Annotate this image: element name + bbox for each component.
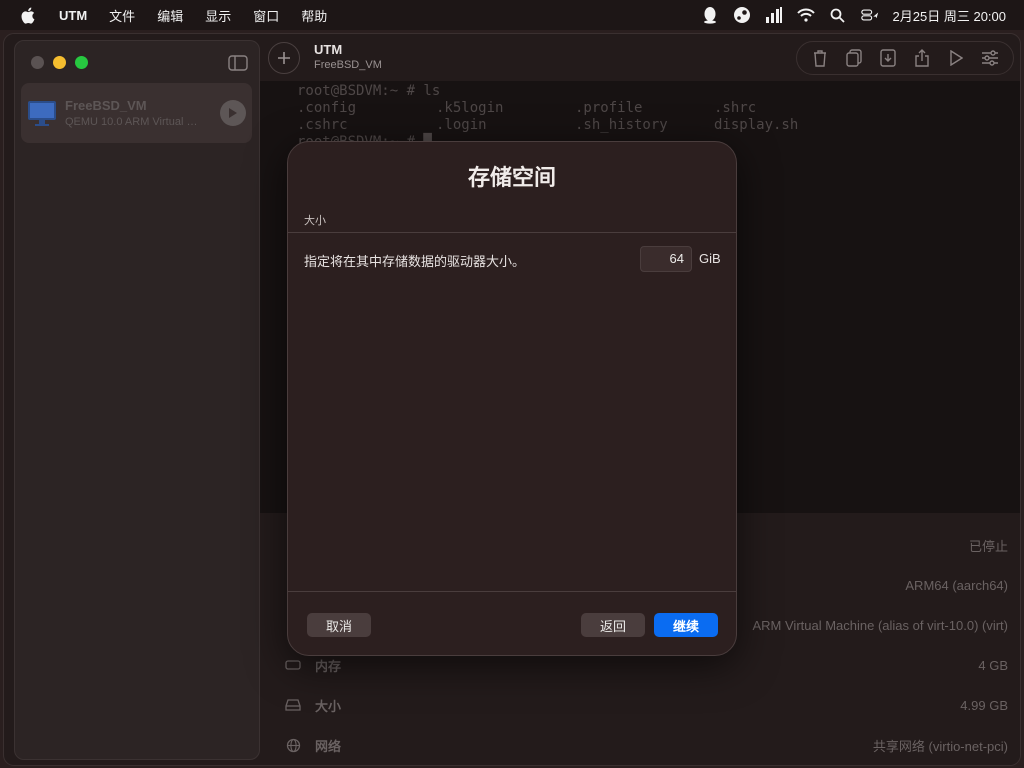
toolbar-title: UTM <box>314 42 343 57</box>
toolbar-title-block: UTM FreeBSD_VM <box>314 42 382 71</box>
size-section-label: 大小 <box>304 215 326 227</box>
globe-icon <box>284 736 302 754</box>
memory-value: 4 GB <box>978 657 1008 673</box>
apple-icon[interactable] <box>18 6 36 24</box>
terminal-file: .k5login <box>436 100 504 116</box>
terminal-files-row: .config .k5login .profile .shrc <box>297 100 1020 117</box>
memory-icon <box>284 656 302 674</box>
terminal-file: .cshrc <box>297 117 348 133</box>
size-unit-label: GiB <box>699 251 721 266</box>
sidebar: FreeBSD_VM QEMU 10.0 ARM Virtual Machine <box>14 40 260 760</box>
steam-icon[interactable] <box>733 6 751 24</box>
menu-view[interactable]: 显示 <box>194 6 242 25</box>
status-value: 已停止 <box>968 538 1008 554</box>
size-label: 大小 <box>315 698 342 714</box>
terminal-file: .shrc <box>714 100 757 116</box>
network-value: 共享网络 (virtio-net-pci) <box>872 738 1008 754</box>
divider <box>288 591 736 592</box>
control-center-icon[interactable] <box>860 6 879 24</box>
network-label: 网络 <box>315 738 342 754</box>
vm-monitor-icon <box>27 98 57 128</box>
settings-sliders-icon[interactable] <box>979 47 1001 69</box>
detail-row-network: 网络 共享网络 (virtio-net-pci) <box>260 730 1020 760</box>
vm-name: FreeBSD_VM <box>65 98 147 113</box>
share-icon[interactable] <box>911 47 933 69</box>
terminal-file: .login <box>436 117 487 133</box>
menu-app-utm[interactable]: UTM <box>48 8 98 23</box>
stats-bars-icon[interactable] <box>765 6 783 24</box>
dialog-title: 存储空间 <box>467 165 556 190</box>
terminal-file: .sh_history <box>575 117 668 133</box>
zoom-window-button[interactable] <box>75 56 88 69</box>
menu-edit[interactable]: 编辑 <box>146 6 194 25</box>
terminal-file: display.sh <box>714 117 799 133</box>
storage-dialog: 存储空间 大小 指定将在其中存储数据的驱动器大小。 64 GiB 取消 返回 继… <box>287 141 737 656</box>
cancel-button[interactable]: 取消 <box>307 613 371 637</box>
machine-value: ARM Virtual Machine (alias of virt-10.0)… <box>752 617 1009 633</box>
size-description: 指定将在其中存储数据的驱动器大小。 <box>304 254 526 269</box>
memory-label: 内存 <box>315 658 342 674</box>
add-vm-button[interactable] <box>268 42 300 74</box>
terminal-file: .profile <box>575 100 643 116</box>
size-value: 4.99 GB <box>960 697 1008 713</box>
menu-file[interactable]: 文件 <box>98 6 146 25</box>
search-icon[interactable] <box>829 6 847 24</box>
clone-icon[interactable] <box>843 47 865 69</box>
continue-button[interactable]: 继续 <box>654 613 718 637</box>
toolbar-actions <box>796 41 1014 75</box>
terminal-line: root@BSDVM:~ # ls <box>297 83 441 99</box>
minimize-window-button[interactable] <box>53 56 66 69</box>
drive-size-field[interactable]: 64 <box>640 246 692 272</box>
menu-window[interactable]: 窗口 <box>242 6 290 25</box>
menu-help[interactable]: 帮助 <box>290 6 338 25</box>
architecture-value: ARM64 (aarch64) <box>905 577 1008 593</box>
menubar-clock[interactable]: 2月25日 周三 20:00 <box>893 6 1006 25</box>
qq-icon[interactable] <box>701 6 719 24</box>
terminal-files-row: .cshrc .login .sh_history display.sh <box>297 117 1020 134</box>
vm-play-button[interactable] <box>220 100 246 126</box>
sidebar-toggle-icon[interactable] <box>228 55 248 71</box>
close-window-button[interactable] <box>31 56 44 69</box>
terminal-file: .config <box>297 100 357 116</box>
back-button[interactable]: 返回 <box>581 613 645 637</box>
toolbar-subtitle: FreeBSD_VM <box>314 59 382 71</box>
trash-icon[interactable] <box>809 47 831 69</box>
menu-bar: UTM 文件 编辑 显示 窗口 帮助 2月25日 周三 20:00 <box>0 0 1024 30</box>
vm-subtitle: QEMU 10.0 ARM Virtual Machine <box>65 116 205 128</box>
divider <box>288 232 736 233</box>
window-controls <box>31 56 88 69</box>
run-icon[interactable] <box>945 47 967 69</box>
download-icon[interactable] <box>877 47 899 69</box>
detail-row-size: 大小 4.99 GB <box>260 690 1020 720</box>
wifi-icon[interactable] <box>796 6 815 24</box>
vm-list-item[interactable]: FreeBSD_VM QEMU 10.0 ARM Virtual Machine <box>21 83 252 143</box>
disk-icon <box>284 696 302 714</box>
